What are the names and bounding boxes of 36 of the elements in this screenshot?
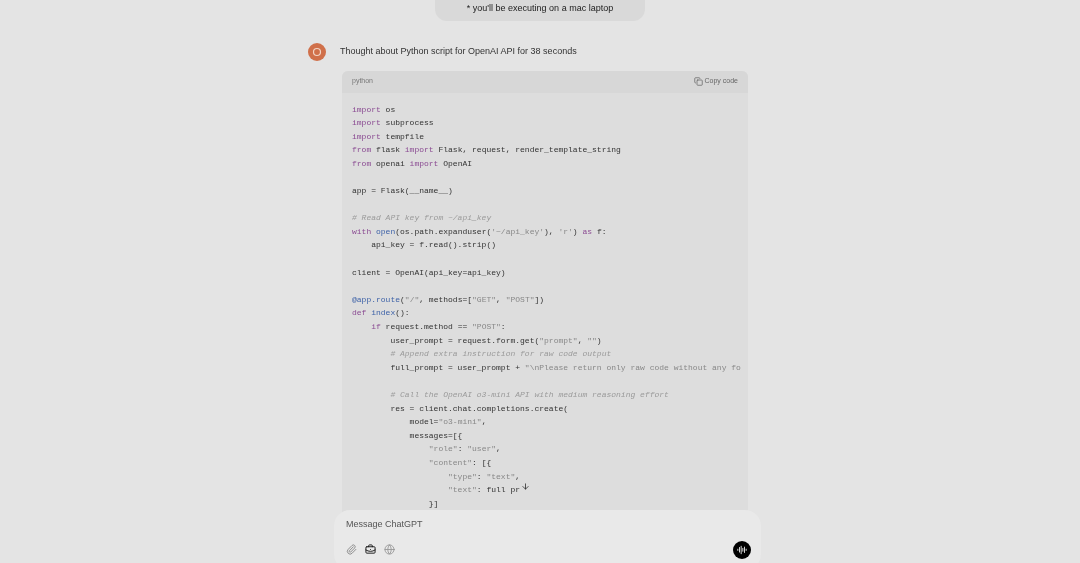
scroll-down-button[interactable] xyxy=(520,480,530,493)
code-line: user_prompt = request.form.get("prompt", "") xyxy=(389,334,602,347)
code-line: if request.method == "POST": xyxy=(370,321,506,333)
code-line: import subprocess xyxy=(352,117,434,130)
thought-summary: Thought about Python script for OpenAI API for 38 seconds xyxy=(340,44,577,58)
code-line: # Read API key from ~/api_key xyxy=(352,212,492,225)
tools-button[interactable] xyxy=(365,544,376,555)
code-line: import tempfile xyxy=(352,130,425,143)
code-line: client = OpenAI(api_key=api_key) xyxy=(352,266,506,279)
code-line: full_prompt = user_prompt + "\nPlease return only raw code without any fo xyxy=(389,361,741,374)
briefcase-icon xyxy=(365,544,376,555)
user-message: * you'll be executing on a mac laptop xyxy=(434,0,646,21)
code-line: "type": "text", xyxy=(447,470,521,483)
globe-icon xyxy=(384,544,395,555)
code-line: res = client.chat.completions.create( xyxy=(389,402,569,415)
copy-icon xyxy=(693,77,703,86)
code-line: api_key = f.read().strip() xyxy=(370,239,497,252)
code-line: @app.route("/", methods=["GET", "POST"]) xyxy=(352,293,545,306)
code-line: import os xyxy=(352,103,396,116)
code-line: from openai import OpenAI xyxy=(352,157,473,170)
assistant-avatar-icon xyxy=(308,42,326,61)
code-line: from flask import Flask, request, render_template_string xyxy=(352,144,621,157)
arrow-down-icon xyxy=(520,482,530,491)
paperclip-icon xyxy=(346,544,357,555)
code-line: def index(): xyxy=(352,307,410,320)
code-line: with open(os.path.expanduser('~/api_key'), 'r') as f: xyxy=(352,225,607,238)
code-line: model="o3-mini", xyxy=(408,416,487,429)
code-line: "text": full pr xyxy=(447,484,521,497)
code-line: messages=[{ xyxy=(408,429,463,442)
code-line: app = Flask(__name__) xyxy=(352,185,453,198)
code-line: "role": "user", xyxy=(427,443,501,456)
message-field[interactable]: Message ChatGPT xyxy=(346,518,646,532)
voice-button[interactable] xyxy=(733,540,751,559)
code-line: "content": [{ xyxy=(427,456,492,469)
audio-waves-icon xyxy=(737,544,747,555)
code-line: }] xyxy=(427,497,439,510)
